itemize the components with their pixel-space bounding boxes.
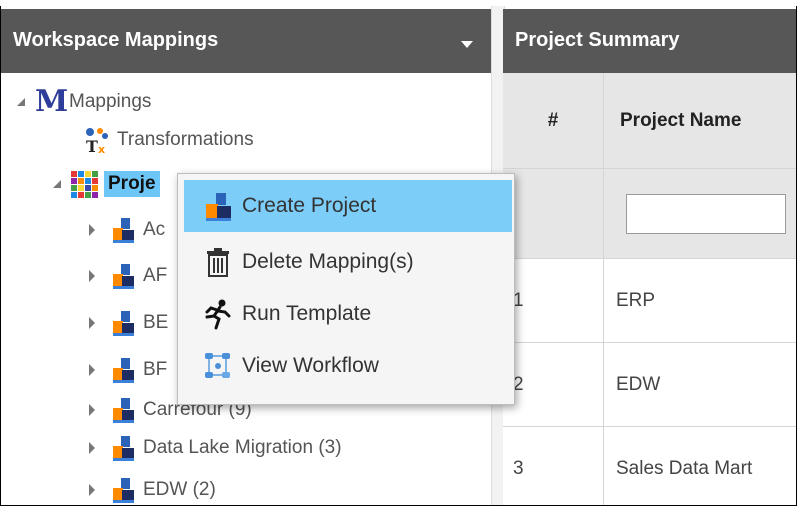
project-icon: [109, 356, 137, 384]
filter-cell-project-name: [604, 169, 796, 259]
project-icon: [109, 434, 137, 462]
panel-title: Workspace Mappings: [13, 29, 219, 51]
chevron-down-icon[interactable]: [461, 41, 473, 48]
filter-cell-number: [503, 169, 604, 259]
svg-text:x: x: [98, 143, 105, 154]
collapse-triangle-icon[interactable]: [89, 404, 95, 416]
tree-node-label: AF: [143, 265, 168, 286]
project-summary-header: Project Summary: [503, 9, 796, 73]
project-name-filter-input[interactable]: [626, 193, 786, 234]
collapse-triangle-icon[interactable]: [89, 364, 95, 376]
tree-node-project[interactable]: Ac: [89, 213, 165, 247]
tree-node-label: Mappings: [69, 91, 152, 112]
project-icon: [109, 309, 137, 337]
project-icon: [202, 190, 234, 222]
tree-node-label: Transformations: [117, 129, 254, 150]
menu-item-label: Create Project: [242, 194, 377, 217]
window-frame: Workspace Mappings M Mappings T x Transf…: [0, 0, 797, 506]
tree-node-project[interactable]: BE: [89, 306, 168, 340]
tree-node-project[interactable]: EDW (2): [89, 473, 216, 505]
menu-item-create-project[interactable]: Create Project: [184, 180, 512, 232]
tree-node-label: Ac: [143, 219, 166, 240]
project-icon: [109, 476, 137, 504]
table-cell-project-name[interactable]: EDW: [604, 343, 796, 427]
workflow-icon: [202, 350, 234, 382]
project-summary-panel: Project Summary # Project Name 1 ERP 2 E…: [503, 1, 796, 505]
column-header-number[interactable]: #: [503, 73, 604, 169]
tree-node-mappings[interactable]: M Mappings: [17, 85, 151, 119]
collapse-triangle-icon[interactable]: [89, 484, 95, 496]
tree-node-project[interactable]: AF: [89, 259, 167, 293]
transformations-icon: T x: [83, 126, 111, 156]
menu-item-label: Run Template: [242, 302, 372, 325]
panel-title: Project Summary: [515, 29, 680, 51]
project-icon: [109, 216, 137, 244]
table-cell-number: 1: [503, 259, 604, 343]
expand-triangle-icon[interactable]: [17, 98, 25, 106]
collapse-triangle-icon[interactable]: [89, 442, 95, 454]
collapse-triangle-icon[interactable]: [89, 317, 95, 329]
expand-triangle-icon[interactable]: [53, 180, 61, 188]
project-icon: [109, 396, 137, 424]
collapse-triangle-icon[interactable]: [89, 270, 95, 282]
workspace-mappings-header[interactable]: Workspace Mappings: [1, 9, 491, 73]
context-menu: Create Project Delete Mapping(s) Run Tem…: [177, 173, 515, 405]
table-cell-number: 2: [503, 343, 604, 427]
table-cell-number: 3: [503, 427, 604, 505]
top-clip: [0, 0, 797, 6]
tree-node-transformations[interactable]: T x Transformations: [83, 123, 254, 157]
running-man-icon: [202, 298, 234, 330]
menu-item-delete-mappings[interactable]: Delete Mapping(s): [184, 236, 512, 288]
projects-grid-icon: [71, 170, 98, 198]
trash-icon: [202, 246, 234, 278]
mappings-icon: M: [35, 84, 69, 119]
project-icon: [109, 262, 137, 290]
svg-text:T: T: [86, 137, 98, 154]
menu-item-run-template[interactable]: Run Template: [184, 288, 512, 340]
tree-node-label: BE: [143, 312, 169, 333]
table-cell-project-name[interactable]: ERP: [604, 259, 796, 343]
tree-node-label: Data Lake Migration (3): [143, 437, 342, 458]
column-header-project-name[interactable]: Project Name: [604, 73, 796, 169]
tree-node-project[interactable]: BF: [89, 353, 167, 387]
menu-item-view-workflow[interactable]: View Workflow: [184, 340, 512, 392]
tree-node-project[interactable]: Data Lake Migration (3): [89, 431, 342, 465]
collapse-triangle-icon[interactable]: [89, 224, 95, 236]
table-cell-project-name[interactable]: Sales Data Mart: [604, 427, 796, 505]
menu-item-label: Delete Mapping(s): [242, 250, 414, 273]
tree-node-label: Proje: [104, 171, 160, 197]
tree-node-label: BF: [143, 359, 168, 380]
menu-item-label: View Workflow: [242, 354, 379, 377]
tree-node-projects[interactable]: Proje: [53, 167, 160, 201]
tree-node-label: EDW (2): [143, 479, 216, 500]
